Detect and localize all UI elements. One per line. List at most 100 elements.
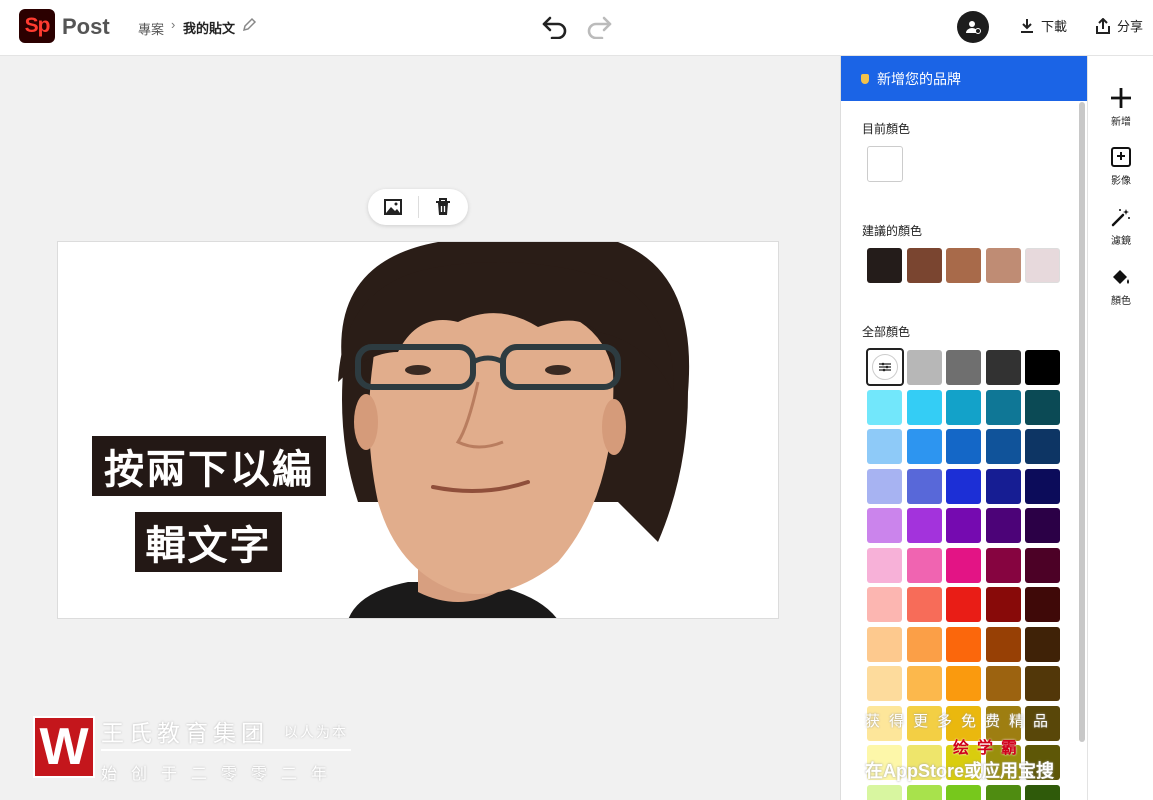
color-swatch[interactable] [867,508,902,543]
color-swatch[interactable] [946,547,981,583]
add-image-icon [1109,145,1133,169]
download-label: 下載 [1041,19,1068,34]
suggested-color-swatch[interactable] [946,248,981,283]
color-swatch[interactable] [985,666,1021,701]
watermark-subtitle: 以人为本 [284,724,348,740]
color-swatch[interactable] [906,666,942,701]
color-swatch[interactable] [985,389,1021,425]
color-swatch[interactable] [985,350,1021,385]
current-color-swatch[interactable] [867,146,903,182]
paint-bucket-icon [1109,265,1133,289]
design-canvas[interactable]: 按兩下以編 輯文字 [57,241,779,619]
add-brand-banner[interactable]: 新增您的品牌 [841,56,1087,101]
color-swatch[interactable] [985,429,1021,464]
rail-image-button[interactable]: 影像 [1088,145,1153,187]
color-swatch[interactable] [946,429,981,464]
trash-icon [436,198,451,215]
color-swatch[interactable] [906,350,942,385]
color-swatch[interactable] [867,389,902,425]
replace-image-button[interactable] [368,189,418,225]
color-swatch[interactable] [867,626,902,662]
color-swatch[interactable] [906,389,942,425]
share-button[interactable]: 分享 [1095,16,1143,35]
delete-button[interactable] [418,189,468,225]
color-swatch[interactable] [985,508,1021,543]
text-block-line-2[interactable]: 輯文字 [135,512,282,572]
redo-icon[interactable] [585,13,613,40]
share-icon [1096,17,1110,34]
color-swatch[interactable] [1025,626,1060,662]
color-swatch[interactable] [906,587,942,622]
image-icon [383,199,402,215]
color-swatch[interactable] [946,784,981,800]
app-logo[interactable]: Sp [19,9,55,43]
suggested-color-swatch[interactable] [906,248,942,283]
color-swatch[interactable] [1025,508,1060,543]
panel-scrollbar[interactable] [1079,102,1085,742]
color-swatch[interactable] [1025,666,1060,701]
color-swatch[interactable] [946,666,981,701]
color-swatch[interactable] [985,468,1021,504]
watermark-title: 王氏教育集团 [101,720,269,746]
color-swatch[interactable] [906,784,942,800]
color-swatch[interactable] [1025,389,1060,425]
color-swatch[interactable] [1025,429,1060,464]
floating-toolbar [368,189,468,225]
color-swatch[interactable] [906,468,942,504]
color-swatch[interactable] [867,547,902,583]
brand-shield-icon [861,73,869,84]
color-swatch[interactable] [946,389,981,425]
download-button[interactable]: 下載 [1019,16,1067,35]
color-swatch[interactable] [867,429,902,464]
color-swatch[interactable] [867,468,902,504]
rail-color-button[interactable]: 顏色 [1088,265,1153,307]
undo-icon[interactable] [541,13,569,40]
color-swatch[interactable] [1025,547,1060,583]
rail-add-label: 新增 [1111,117,1131,128]
color-swatch[interactable] [906,508,942,543]
custom-color-button[interactable] [866,348,904,386]
color-swatch[interactable] [1025,468,1060,504]
color-swatch[interactable] [867,587,902,622]
color-swatch[interactable] [906,429,942,464]
color-swatch[interactable] [867,784,902,800]
color-swatch[interactable] [946,626,981,662]
color-swatch[interactable] [906,547,942,583]
plus-icon [1109,86,1133,110]
suggested-color-swatch[interactable] [1025,248,1060,283]
color-swatch[interactable] [1025,350,1060,385]
color-swatch[interactable] [985,784,1021,800]
breadcrumb-projects-link[interactable]: 專案 [138,19,164,38]
magic-wand-icon [1109,205,1133,229]
current-color-label: 目前顏色 [862,122,911,136]
color-panel: 新增您的品牌 目前顏色 建議的顏色 全部顏色 获得更多免费精品 绘学霸 在App… [840,56,1087,800]
color-swatch[interactable] [946,468,981,504]
add-brand-label: 新增您的品牌 [877,70,961,87]
color-swatch[interactable] [946,350,981,385]
top-bar: Sp Post 專案 › 我的貼文 下載 分享 [0,0,1153,56]
color-swatch[interactable] [985,547,1021,583]
color-swatch[interactable] [906,626,942,662]
color-swatch[interactable] [985,626,1021,662]
color-swatch[interactable] [946,508,981,543]
suggested-colors-label: 建議的顏色 [862,224,923,238]
color-swatch[interactable] [946,587,981,622]
color-swatch[interactable] [1025,587,1060,622]
post-title[interactable]: 我的貼文 [183,18,235,37]
suggested-color-swatch[interactable] [867,248,902,283]
suggested-color-swatch[interactable] [985,248,1021,283]
color-swatch[interactable] [985,587,1021,622]
account-avatar[interactable] [957,11,989,43]
text-block-line-1[interactable]: 按兩下以編 [92,436,326,496]
rail-add-button[interactable]: 新增 [1088,86,1153,128]
sliders-icon [872,354,898,380]
watermark-divider [101,749,351,751]
user-add-icon [966,21,981,34]
rail-color-label: 顏色 [1111,296,1131,307]
rename-pencil-icon[interactable] [241,17,257,33]
color-swatch[interactable] [1025,784,1060,800]
color-swatch[interactable] [867,666,902,701]
rail-filter-label: 濾鏡 [1111,236,1131,247]
breadcrumb-separator: › [171,17,176,32]
rail-filter-button[interactable]: 濾鏡 [1088,205,1153,247]
